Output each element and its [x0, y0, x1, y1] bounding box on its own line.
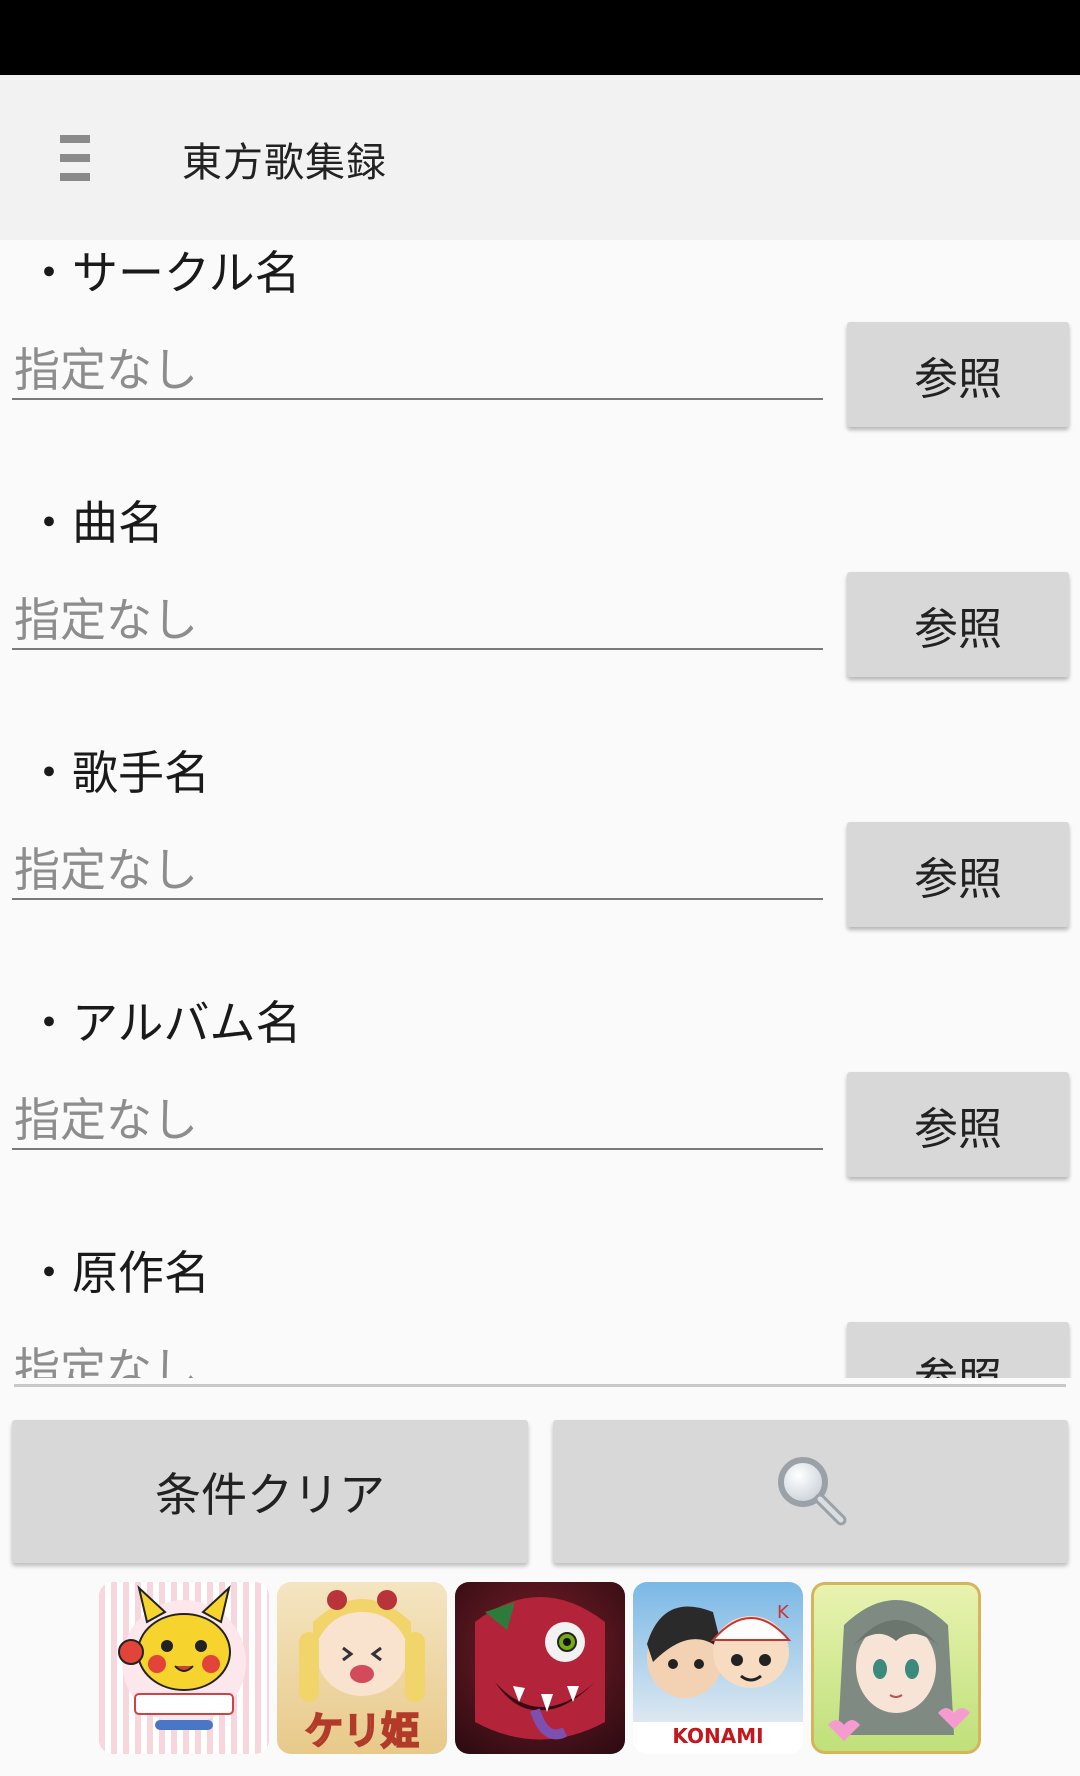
app-bar: 東方歌集録 [0, 75, 1080, 240]
keri-hime-app-icon[interactable]: ケリ姫 [277, 1582, 447, 1754]
section-label: ・歌手名 [26, 746, 210, 800]
section-label: ・曲名 [26, 496, 164, 550]
clear-conditions-button[interactable]: 条件クリア [12, 1420, 528, 1563]
section-label: ・サークル名 [26, 246, 301, 300]
field-value: 指定なし [14, 1093, 198, 1147]
field-value: 指定なし [14, 593, 198, 647]
ad-banner[interactable]: ケリ姫 K KONAMI [99, 1582, 983, 1756]
search-button[interactable] [553, 1420, 1068, 1563]
app-title: 東方歌集録 [182, 140, 387, 186]
section-singer: ・歌手名 指定なし 参照 [0, 740, 1080, 990]
section-label: ・原作名 [26, 1246, 210, 1300]
singer-name-field[interactable]: 指定なし [12, 830, 823, 900]
section-label: ・アルバム名 [26, 996, 302, 1050]
pikachu-app-icon[interactable] [99, 1582, 269, 1754]
singer-reference-button[interactable]: 参照 [847, 822, 1069, 927]
konami-app-icon[interactable]: K KONAMI [633, 1582, 803, 1754]
field-value: 指定なし [14, 1343, 198, 1378]
album-name-field[interactable]: 指定なし [12, 1080, 823, 1150]
original-reference-button[interactable]: 参照 [847, 1322, 1069, 1378]
section-original: ・原作名 指定なし 参照 [0, 1240, 1080, 1378]
monster-app-icon[interactable] [455, 1582, 625, 1754]
field-value: 指定なし [14, 343, 198, 397]
hamburger-menu-icon[interactable] [60, 135, 90, 181]
divider [14, 1384, 1066, 1387]
section-song: ・曲名 指定なし 参照 [0, 490, 1080, 740]
section-circle: ・サークル名 指定なし 参照 [0, 240, 1080, 490]
anime-girl-app-icon[interactable] [811, 1582, 981, 1754]
song-reference-button[interactable]: 参照 [847, 572, 1069, 677]
circle-name-field[interactable]: 指定なし [12, 330, 823, 400]
circle-reference-button[interactable]: 参照 [847, 322, 1069, 427]
keri-hime-logo: ケリ姫 [304, 1708, 420, 1754]
field-value: 指定なし [14, 843, 198, 897]
song-name-field[interactable]: 指定なし [12, 580, 823, 650]
svg-text:K: K [777, 1602, 790, 1623]
search-form[interactable]: ・サークル名 指定なし 参照 ・曲名 指定なし 参照 ・歌手名 指定なし 参照 … [0, 240, 1080, 1378]
konami-logo: KONAMI [672, 1724, 764, 1748]
section-album: ・アルバム名 指定なし 参照 [0, 990, 1080, 1240]
album-reference-button[interactable]: 参照 [847, 1072, 1069, 1177]
original-work-field[interactable]: 指定なし [12, 1330, 823, 1378]
search-icon [773, 1452, 849, 1532]
status-bar [0, 0, 1080, 75]
